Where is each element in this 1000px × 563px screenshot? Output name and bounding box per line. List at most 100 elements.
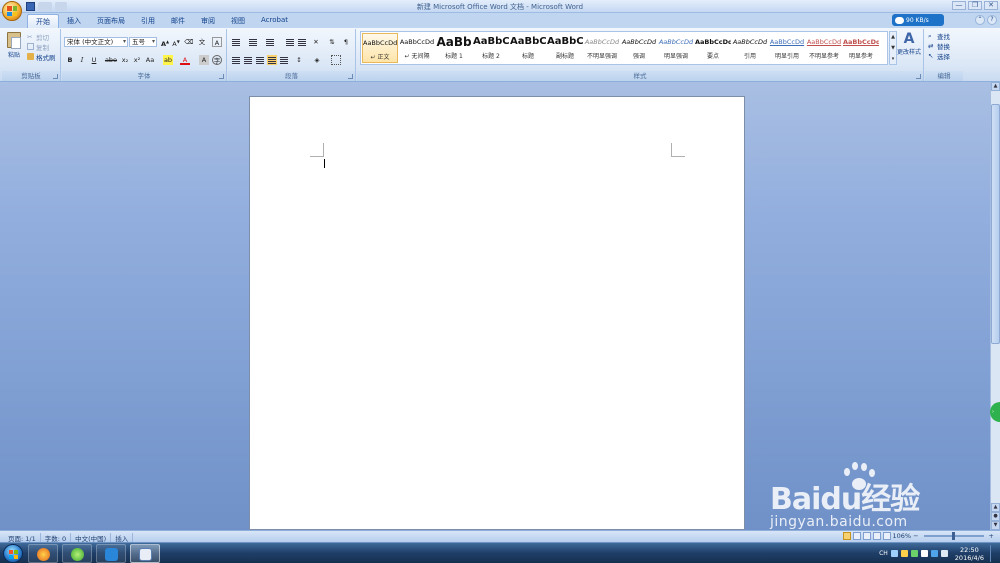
next-page-icon[interactable]: ▼ bbox=[991, 521, 1000, 530]
zoom-out-icon[interactable]: − bbox=[913, 532, 918, 540]
shrink-font-icon[interactable]: A▼ bbox=[171, 37, 181, 48]
tray-icon-1[interactable] bbox=[890, 550, 898, 557]
taskbar-browser[interactable] bbox=[62, 544, 92, 563]
italic-button[interactable]: I bbox=[77, 55, 87, 65]
minimize-button[interactable]: — bbox=[952, 1, 966, 10]
tab-page-layout[interactable]: 页面布局 bbox=[89, 14, 133, 28]
taskbar-cloud-app[interactable] bbox=[96, 544, 126, 563]
format-painter-button[interactable]: 格式刷 bbox=[27, 52, 56, 62]
tray-icon-3[interactable] bbox=[910, 550, 918, 557]
prev-page-icon[interactable]: ▲ bbox=[991, 503, 1000, 512]
cut-button[interactable]: ✂ 剪切 bbox=[27, 32, 56, 42]
font-size-combo[interactable]: 五号 bbox=[129, 37, 157, 47]
phonetic-guide-icon[interactable]: 文 bbox=[197, 37, 207, 47]
strikethrough-button[interactable]: abe bbox=[104, 55, 118, 65]
tab-insert[interactable]: 插入 bbox=[59, 14, 89, 28]
style-normal[interactable]: AaBbCcDd ↵ 正文 bbox=[362, 33, 398, 63]
outline-view-icon[interactable] bbox=[872, 532, 881, 540]
shading-icon[interactable]: ◈ bbox=[312, 55, 322, 65]
full-screen-reading-icon[interactable] bbox=[852, 532, 861, 540]
style-subtle-reference[interactable]: AaBbCcDd 不明显参考 bbox=[806, 33, 842, 63]
style-subtle-emphasis[interactable]: AaBbCcDd 不明显强调 bbox=[584, 33, 620, 63]
style-emphasis[interactable]: AaBbCcDd 强调 bbox=[621, 33, 657, 63]
decrease-indent-icon[interactable] bbox=[285, 37, 295, 47]
style-intense-reference[interactable]: AaBbCcDd 明显参考 bbox=[843, 33, 879, 63]
align-left-icon[interactable] bbox=[231, 55, 241, 65]
gallery-scroll-icon[interactable]: ▲ ▼ ▾ bbox=[889, 31, 897, 65]
start-button[interactable] bbox=[3, 544, 23, 563]
style-intense-quote[interactable]: AaBbCcDd 明显引用 bbox=[769, 33, 805, 63]
style-quote[interactable]: AaBbCcDd 引用 bbox=[732, 33, 768, 63]
taskbar-word[interactable] bbox=[130, 544, 160, 563]
tab-acrobat[interactable]: Acrobat bbox=[253, 14, 296, 28]
zoom-level[interactable]: 106% bbox=[893, 532, 912, 540]
tab-home[interactable]: 开始 bbox=[27, 14, 59, 28]
replace-button[interactable]: ⇄ 替换 bbox=[928, 41, 950, 51]
vertical-scrollbar[interactable]: ▲ ▲ ● ▼ bbox=[990, 82, 1000, 530]
print-layout-icon[interactable] bbox=[842, 532, 851, 540]
zoom-in-icon[interactable]: + bbox=[989, 532, 994, 540]
increase-indent-icon[interactable] bbox=[297, 37, 307, 47]
highlight-icon[interactable]: ab bbox=[163, 55, 173, 65]
style-heading-2[interactable]: AaBbC 标题 2 bbox=[473, 33, 509, 63]
net-speed-widget[interactable]: 90 KB/s bbox=[892, 14, 944, 26]
input-language[interactable]: CH bbox=[879, 550, 888, 557]
draft-view-icon[interactable] bbox=[882, 532, 891, 540]
superscript-button[interactable]: x² bbox=[132, 55, 142, 65]
scroll-thumb[interactable] bbox=[991, 104, 1000, 344]
office-button[interactable] bbox=[2, 1, 22, 21]
chinese-layout-icon[interactable]: ✕ bbox=[311, 37, 321, 47]
font-name-combo[interactable]: 宋体 (中文正文) bbox=[64, 37, 128, 47]
style-intense-emphasis[interactable]: AaBbCcDd 明显强调 bbox=[658, 33, 694, 63]
style-heading-1[interactable]: AaBb 标题 1 bbox=[436, 33, 472, 63]
font-launcher-icon[interactable] bbox=[219, 74, 224, 79]
enclose-char-icon[interactable]: 字 bbox=[212, 55, 222, 65]
paste-button[interactable]: 粘贴 bbox=[5, 32, 23, 68]
bold-button[interactable]: B bbox=[65, 55, 75, 65]
underline-button[interactable]: U bbox=[89, 55, 99, 65]
select-button[interactable]: ↖ 选择 bbox=[928, 51, 950, 61]
numbering-icon[interactable] bbox=[248, 37, 258, 47]
distributed-icon[interactable] bbox=[279, 55, 289, 65]
show-desktop-button[interactable] bbox=[990, 545, 996, 562]
web-layout-icon[interactable] bbox=[862, 532, 871, 540]
find-button[interactable]: ⌕ 查找 bbox=[928, 31, 950, 41]
close-button[interactable]: ✕ bbox=[984, 1, 998, 10]
network-icon[interactable] bbox=[930, 550, 938, 557]
tab-review[interactable]: 审阅 bbox=[193, 14, 223, 28]
style-title[interactable]: AaBbC 标题 bbox=[510, 33, 546, 63]
paragraph-launcher-icon[interactable] bbox=[348, 74, 353, 79]
tab-references[interactable]: 引用 bbox=[133, 14, 163, 28]
clipboard-launcher-icon[interactable] bbox=[53, 74, 58, 79]
style-no-spacing[interactable]: AaBbCcDd ↵ 无间隔 bbox=[399, 33, 435, 63]
justify-icon[interactable] bbox=[267, 55, 277, 65]
bullets-icon[interactable] bbox=[231, 37, 241, 47]
char-border-icon[interactable]: A bbox=[212, 37, 222, 47]
align-right-icon[interactable] bbox=[255, 55, 265, 65]
subscript-button[interactable]: x₂ bbox=[120, 55, 130, 65]
clear-format-icon[interactable]: ⌫ bbox=[184, 37, 194, 47]
tray-icon-2[interactable] bbox=[900, 550, 908, 557]
clock[interactable]: 22:50 2016/4/6 bbox=[955, 546, 984, 562]
change-styles-button[interactable]: A 更改样式 bbox=[897, 31, 921, 67]
styles-launcher-icon[interactable] bbox=[916, 74, 921, 79]
style-subtitle[interactable]: AaBbC 副标题 bbox=[547, 33, 583, 63]
document-page[interactable] bbox=[249, 96, 745, 530]
tray-icon-4[interactable] bbox=[920, 550, 928, 557]
show-marks-icon[interactable]: ¶ bbox=[341, 37, 351, 47]
ribbon-minimize-icon[interactable]: ⌃ bbox=[975, 15, 985, 25]
sort-icon[interactable]: ⇅ bbox=[327, 37, 337, 47]
align-center-icon[interactable] bbox=[243, 55, 253, 65]
maximize-button[interactable]: ❐ bbox=[968, 1, 982, 10]
help-icon[interactable]: ? bbox=[987, 15, 997, 25]
change-case-button[interactable]: Aa bbox=[145, 55, 155, 65]
style-strong[interactable]: AaBbCcDd 要点 bbox=[695, 33, 731, 63]
tab-mailings[interactable]: 邮件 bbox=[163, 14, 193, 28]
multilevel-list-icon[interactable] bbox=[265, 37, 275, 47]
char-shading-button[interactable]: A bbox=[199, 55, 209, 65]
browse-object-icon[interactable]: ● bbox=[991, 512, 1000, 521]
taskbar-app-1[interactable] bbox=[28, 544, 58, 563]
tab-view[interactable]: 视图 bbox=[223, 14, 253, 28]
grow-font-icon[interactable]: A▲ bbox=[160, 37, 170, 48]
zoom-slider[interactable] bbox=[923, 532, 984, 540]
